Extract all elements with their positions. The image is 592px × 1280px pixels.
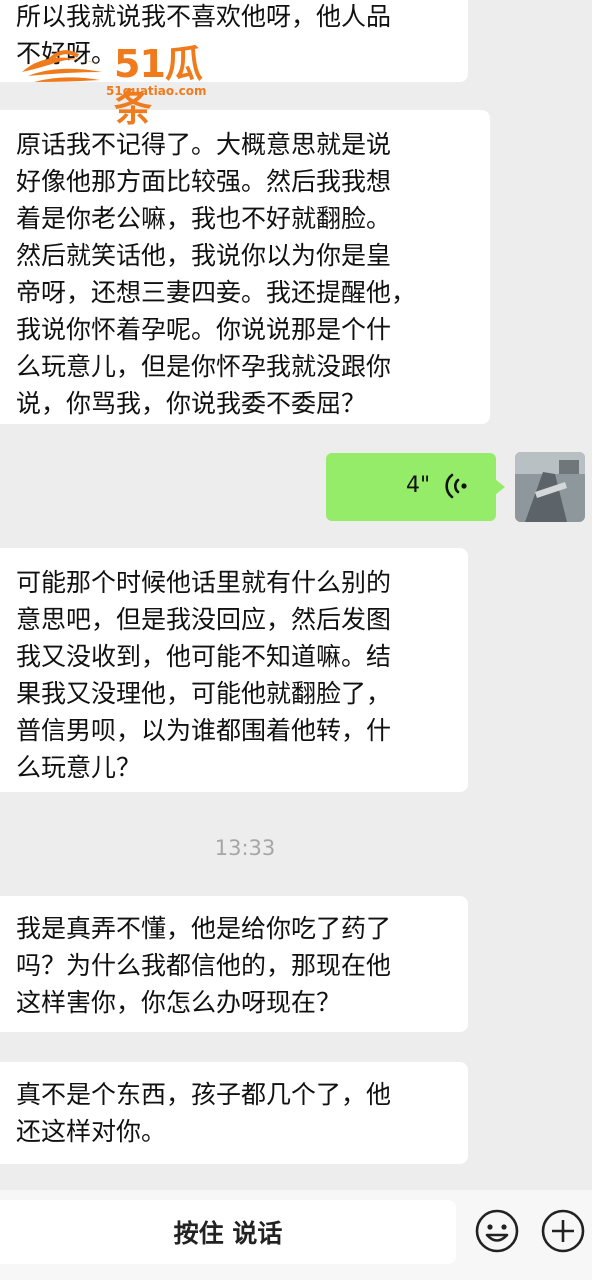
message-bubble[interactable]: 我是真弄不懂，他是给你吃了药了 吗？为什么我都信他的，那现在他 这样害你，你怎么…: [0, 896, 468, 1032]
emoji-icon[interactable]: [474, 1208, 520, 1254]
watermark: 51瓜条 51guatiao.com: [18, 42, 238, 130]
voice-duration: 4": [406, 473, 431, 498]
message-bubble[interactable]: 可能那个时候他话里就有什么别的 意思吧，但是我没回应，然后发图 我又没收到，他可…: [0, 548, 468, 792]
chat-area[interactable]: 所以我就说我不喜欢他呀，他人品 不好呀。 原话我不记得了。大概意思就是说 好像他…: [0, 0, 592, 1190]
plus-icon[interactable]: [540, 1208, 586, 1254]
message-bubble[interactable]: 真不是个东西，孩子都几个了，他 还这样对你。: [0, 1062, 468, 1164]
voice-wave-icon: [445, 473, 467, 499]
watermark-logo-icon: [22, 50, 102, 82]
watermark-url: 51guatiao.com: [106, 84, 207, 98]
message-bubble[interactable]: 原话我不记得了。大概意思就是说 好像他那方面比较强。然后我我想 着是你老公嘛，我…: [0, 110, 490, 424]
avatar[interactable]: [515, 452, 585, 522]
input-toolbar: 按住 说话: [0, 1190, 592, 1280]
hold-to-talk-button[interactable]: 按住 说话: [0, 1200, 456, 1264]
voice-message-bubble[interactable]: 4": [326, 453, 505, 521]
message-timestamp: 13:33: [214, 836, 276, 860]
